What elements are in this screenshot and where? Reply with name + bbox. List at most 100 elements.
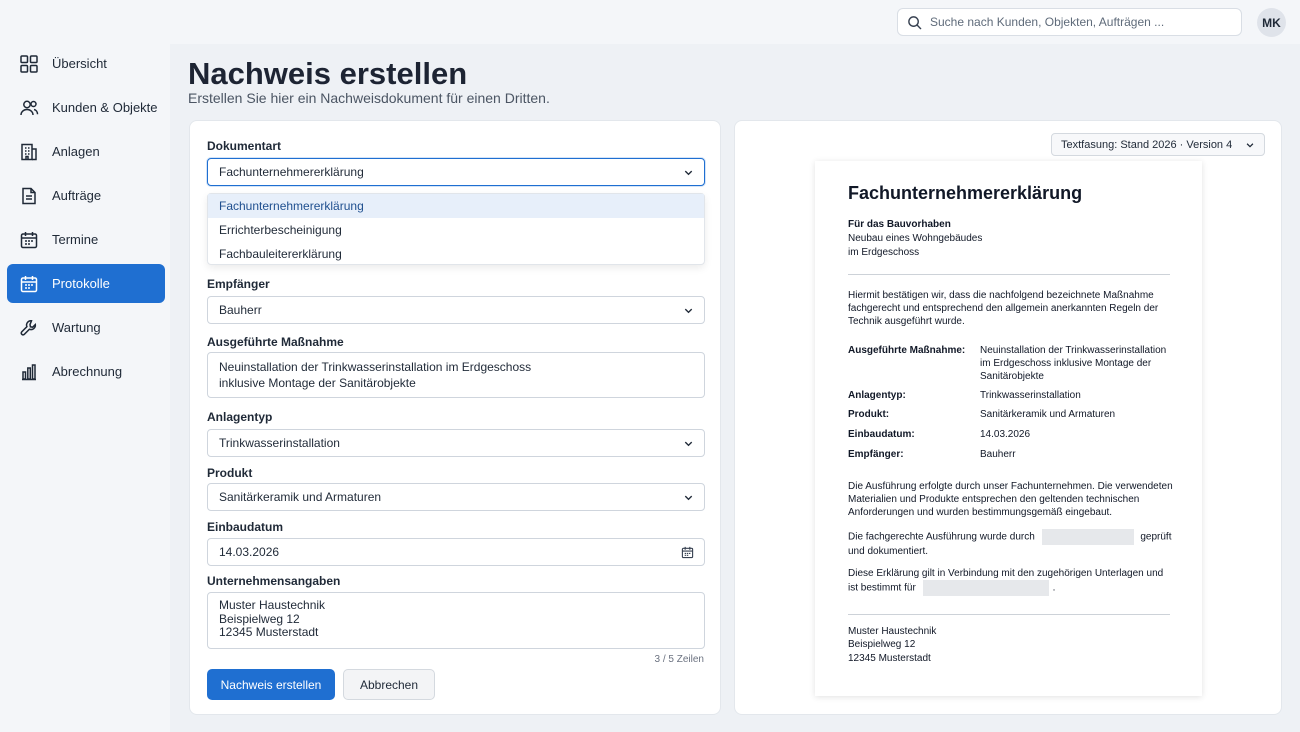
wrench-icon <box>20 319 37 336</box>
building-icon <box>21 143 37 160</box>
dropdown-option[interactable]: Fachbauleitererklärung <box>208 242 704 266</box>
preview-row-value: Trinkwasserinstallation <box>980 390 1081 401</box>
product-value: Sanitärkeramik und Armaturen <box>219 490 382 504</box>
sidebar-item-anlagen[interactable]: Anlagen <box>7 132 165 171</box>
preview-project-line: Neubau eines Wohngebäudes <box>848 233 983 244</box>
preview-intro: Hiermit bestätigen wir, dass die nachfol… <box>848 290 1159 327</box>
document-preview: Fachunternehmererklärung Für das Bauvorh… <box>815 161 1202 696</box>
search-input[interactable] <box>930 15 1230 29</box>
preview-paragraph: Diese Erklärung gilt in Verbindung mit d… <box>848 567 1173 596</box>
preview-text: und dokumentiert. <box>848 546 929 557</box>
search-bar[interactable] <box>897 8 1242 36</box>
document-type-dropdown: Fachunternehmererklärung Errichterbesche… <box>207 193 705 265</box>
sidebar-item-kunden-objekte[interactable]: Kunden & Objekte <box>7 88 165 127</box>
user-avatar[interactable]: MK <box>1257 8 1286 37</box>
system-type-select[interactable]: Trinkwasserinstallation <box>207 429 705 457</box>
install-date-label: Einbaudatum <box>207 520 284 534</box>
blank-field <box>1041 529 1134 545</box>
sidebar-item-label: Termine <box>52 232 99 247</box>
measure-textarea[interactable]: Neuinstallation der Trinkwasserinstallat… <box>207 352 705 398</box>
recipient-value: Bauherr <box>219 303 262 317</box>
product-select[interactable]: Sanitärkeramik und Armaturen <box>207 483 705 511</box>
system-type-value: Trinkwasserinstallation <box>219 436 340 450</box>
document-type-select[interactable]: Fachunternehmererklärung <box>207 158 705 186</box>
preview-text: geprüft <box>1140 531 1172 543</box>
install-date-value: 14.03.2026 <box>219 545 280 559</box>
preview-text: ist bestimmt für <box>848 582 916 594</box>
grid-icon <box>20 54 38 73</box>
sidebar-item-termine[interactable]: Termine <box>7 220 165 259</box>
create-proof-button[interactable]: Nachweis erstellen <box>207 669 335 700</box>
measure-label: Ausgeführte Maßnahme <box>207 335 344 349</box>
preview-paragraph: Die Ausführung erfolgte durch unser Fach… <box>848 481 1173 518</box>
preview-row-label: Empfänger: <box>848 449 904 460</box>
preview-doc-title: Fachunternehmererklärung <box>848 183 1083 203</box>
divider <box>848 274 1170 275</box>
divider <box>848 614 1170 615</box>
sidebar-item-label: Anlagen <box>52 144 100 159</box>
chevron-down-icon <box>684 170 693 176</box>
bar-chart-icon <box>22 363 36 380</box>
chevron-down-icon <box>684 441 693 447</box>
document-type-label: Dokumentart <box>207 139 282 153</box>
preview-project-heading: Für das Bauvorhaben <box>848 219 951 230</box>
sidebar-item-abrechnung[interactable]: Abrechnung <box>7 352 165 391</box>
recipient-select[interactable]: Bauherr <box>207 296 705 324</box>
preview-row-value: Bauherr <box>980 449 1016 460</box>
preview-row-label: Produkt: <box>848 409 890 420</box>
clipboard-calendar-icon <box>20 275 38 292</box>
preview-text: Die fachgerechte Ausführung wurde durch <box>848 531 1035 543</box>
preview-row-label: Anlagentyp: <box>848 390 906 401</box>
preview-row-value: Neuinstallation der Trinkwasserinstallat… <box>980 345 1167 382</box>
sidebar-item-protokolle[interactable]: Protokolle <box>7 264 165 303</box>
sidebar-item-uebersicht[interactable]: Übersicht <box>7 44 165 83</box>
sidebar-item-label: Kunden & Objekte <box>52 100 158 115</box>
cancel-button[interactable]: Abbrechen <box>343 669 435 700</box>
preview-text: . <box>1052 582 1056 594</box>
document-type-value: Fachunternehmererklärung <box>219 165 364 179</box>
company-textarea[interactable]: Muster Haustechnik Beispielweg 12 12345 … <box>207 592 705 649</box>
text-version-value: Textfasung: Stand 2026 · Version 4 <box>1061 138 1233 151</box>
dropdown-option[interactable]: Fachunternehmererklärung <box>208 194 704 218</box>
chevron-down-icon <box>684 495 693 501</box>
company-label: Unternehmensangaben <box>207 574 341 588</box>
preview-row-value: Sanitärkeramik und Armaturen <box>980 409 1116 420</box>
search-icon <box>908 15 922 29</box>
sidebar-item-label: Protokolle <box>52 276 110 291</box>
sidebar-item-auftraege[interactable]: Aufträge <box>7 176 165 215</box>
sidebar-item-label: Abrechnung <box>52 364 123 379</box>
preview-row-label: Einbaudatum: <box>848 429 915 440</box>
product-label: Produkt <box>207 466 253 480</box>
page-title: Nachweis erstellen <box>188 56 468 91</box>
preview-signature-line: Muster Haustechnik <box>848 626 937 637</box>
users-icon <box>20 100 39 115</box>
dropdown-option[interactable]: Errichterbescheinigung <box>208 218 704 242</box>
sidebar-item-label: Aufträge <box>52 188 102 203</box>
blank-field <box>922 580 1049 596</box>
sidebar-item-wartung[interactable]: Wartung <box>7 308 165 347</box>
preview-signature-line: Beispielweg 12 <box>848 639 916 650</box>
preview-row-value: 14.03.2026 <box>980 429 1031 440</box>
chevron-down-icon <box>684 308 693 314</box>
preview-card: Textfasung: Stand 2026 · Version 4 Fachu… <box>734 120 1282 715</box>
preview-signature-line: 12345 Musterstadt <box>848 653 931 664</box>
document-icon <box>22 187 36 204</box>
system-type-label: Anlagentyp <box>207 410 273 424</box>
preview-project-line: im Erdgeschoss <box>848 247 920 258</box>
page-subtitle: Erstellen Sie hier ein Nachweisdokument … <box>188 90 550 106</box>
sidebar: Übersicht Kunden & Objekte Anlagen Auftr… <box>0 44 172 396</box>
form-card: Dokumentart Fachunternehmererklärung Fac… <box>189 120 721 715</box>
chevron-down-icon <box>1246 143 1254 148</box>
calendar-icon[interactable] <box>681 546 694 559</box>
sidebar-item-label: Wartung <box>52 320 101 335</box>
text-version-select[interactable]: Textfasung: Stand 2026 · Version 4 <box>1051 133 1265 156</box>
install-date-input[interactable]: 14.03.2026 <box>207 538 705 566</box>
calendar-icon <box>20 231 38 248</box>
preview-text: Diese Erklärung gilt in Verbindung mit d… <box>848 568 1164 579</box>
sidebar-item-label: Übersicht <box>52 56 107 71</box>
line-counter: 3 / 5 Zeilen <box>654 654 704 665</box>
main-content: Nachweis erstellen Erstellen Sie hier ei… <box>170 44 1300 732</box>
preview-paragraph: Die fachgerechte Ausführung wurde durch … <box>848 529 1173 558</box>
recipient-label: Empfänger <box>207 277 270 291</box>
preview-row-label: Ausgeführte Maßnahme: <box>848 345 966 356</box>
